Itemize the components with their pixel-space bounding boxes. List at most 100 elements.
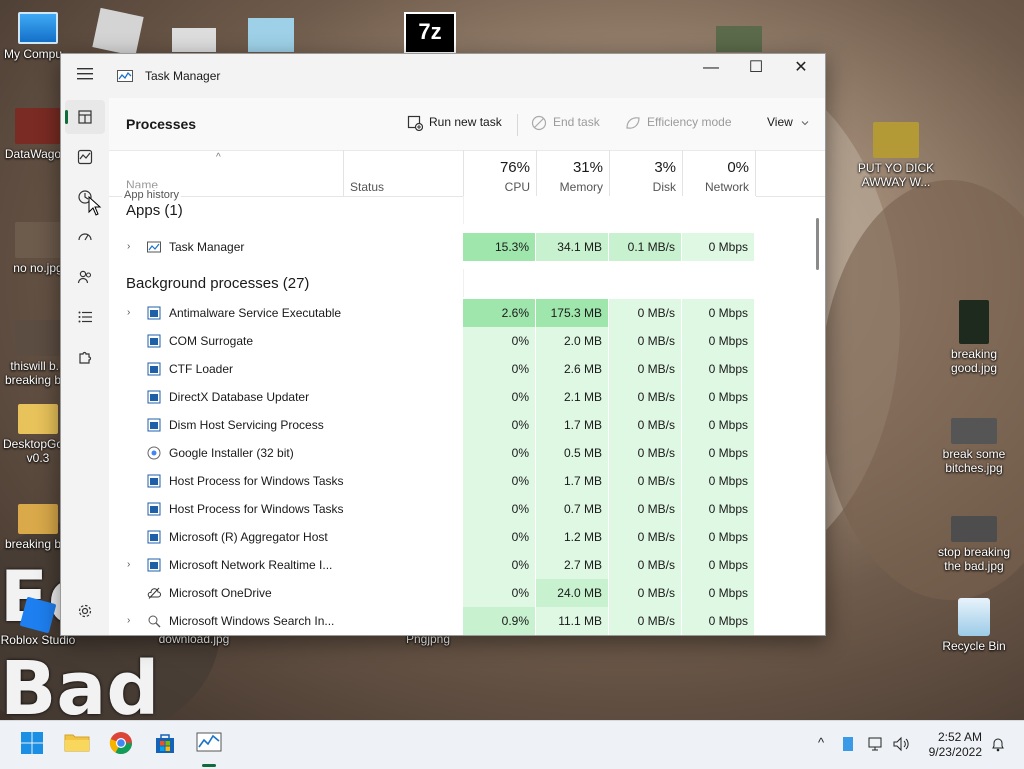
nav-startup-apps[interactable]	[65, 220, 105, 254]
minimize-button[interactable]: —	[688, 54, 734, 84]
nav-users[interactable]	[65, 260, 105, 294]
process-row[interactable]: › Task Manager 15.3% 34.1 MB 0.1 MB/s 0 …	[109, 233, 825, 261]
desktop-icon-put-yo[interactable]: PUT YO DICK AWWAY W...	[854, 122, 938, 189]
app-history-tooltip: App history	[122, 188, 182, 202]
column-header-disk[interactable]: 3% Disk	[609, 150, 682, 196]
maximize-button[interactable]: ☐	[733, 54, 779, 84]
column-header-cpu[interactable]: 76% CPU	[463, 150, 536, 196]
monitor-icon	[18, 12, 58, 44]
process-name: Microsoft Network Realtime I...	[169, 558, 333, 572]
notification-bell-icon[interactable]	[990, 736, 1006, 755]
cpu-cell: 0%	[463, 439, 535, 467]
process-name: Microsoft OneDrive	[169, 586, 272, 600]
disk-cell: 0 MB/s	[609, 383, 681, 411]
window-title: Task Manager	[145, 69, 221, 83]
process-name: Host Process for Windows Tasks	[169, 474, 344, 488]
disk-cell: 0 MB/s	[609, 551, 681, 579]
desktop-icon-breaking-good[interactable]: breaking good.jpg	[934, 300, 1014, 375]
vertical-scrollbar[interactable]	[816, 218, 819, 270]
network-cell: 0 Mbps	[682, 495, 754, 523]
network-cell: 0 Mbps	[682, 439, 754, 467]
title-bar[interactable]: Task Manager — ☐ ✕	[61, 54, 825, 98]
network-cell: 0 Mbps	[682, 607, 754, 635]
cloud-icon	[147, 587, 161, 599]
process-name: Antimalware Service Executable	[169, 306, 342, 320]
process-row[interactable]: CTF Loader 0% 2.6 MB 0 MB/s 0 Mbps	[109, 355, 825, 383]
tray-app-icon[interactable]	[843, 737, 853, 751]
nav-performance[interactable]	[65, 140, 105, 174]
network-icon[interactable]	[868, 736, 886, 755]
close-button[interactable]: ✕	[778, 54, 824, 84]
taskbar-clock[interactable]: 2:52 AM 9/23/2022	[922, 730, 982, 760]
roblox-icon[interactable]	[92, 7, 144, 57]
group-header-apps[interactable]: Apps (1)	[109, 196, 825, 224]
process-row[interactable]: DirectX Database Updater 0% 2.1 MB 0 MB/…	[109, 383, 825, 411]
desktop-icon-break-some[interactable]: break some bitches.jpg	[934, 418, 1014, 475]
window-app-icon	[147, 418, 161, 432]
hamburger-menu-icon[interactable]	[77, 66, 95, 84]
cpu-cell: 0%	[463, 495, 535, 523]
tray-overflow-chevron[interactable]: ^	[818, 735, 824, 750]
column-header-memory[interactable]: 31% Memory	[536, 150, 609, 196]
efficiency-mode-button[interactable]: Efficiency mode	[625, 115, 732, 131]
task-manager-icon	[196, 732, 222, 752]
image-file-icon[interactable]	[172, 28, 216, 52]
folder-icon	[64, 734, 90, 752]
process-row[interactable]: Microsoft (R) Aggregator Host 0% 1.2 MB …	[109, 523, 825, 551]
network-cell: 0 Mbps	[682, 233, 754, 261]
group-header-background[interactable]: Background processes (27)	[109, 269, 825, 297]
process-name: CTF Loader	[169, 362, 234, 376]
start-button[interactable]	[18, 731, 46, 759]
window-app-icon	[147, 530, 161, 544]
column-header-status[interactable]: Status	[343, 150, 463, 196]
nav-services[interactable]	[65, 340, 105, 374]
view-menu-button[interactable]: View	[767, 115, 810, 129]
group-header-cells	[463, 196, 756, 224]
nav-details[interactable]	[65, 300, 105, 334]
process-row[interactable]: Host Process for Windows Tasks 0% 1.7 MB…	[109, 467, 825, 495]
process-name: Microsoft Windows Search In...	[169, 614, 335, 628]
sort-indicator-icon[interactable]: ^	[216, 152, 221, 163]
taskbar-chrome[interactable]	[107, 731, 135, 759]
desktop-icon-recycle-bin[interactable]: Recycle Bin	[934, 598, 1014, 653]
image-file-icon[interactable]	[248, 18, 294, 52]
chevron-right-icon[interactable]: ›	[127, 307, 130, 318]
volume-icon[interactable]	[892, 736, 910, 755]
process-row[interactable]: › Antimalware Service Executable 2.6% 17…	[109, 299, 825, 327]
process-row[interactable]: Host Process for Windows Tasks 0% 0.7 MB…	[109, 495, 825, 523]
process-name: Google Installer (32 bit)	[169, 446, 294, 460]
store-icon	[156, 734, 174, 753]
process-list: Apps (1) › Task Manager 15.3% 34.1 MB 0.…	[109, 196, 825, 635]
chevron-down-icon	[801, 120, 809, 126]
chevron-right-icon[interactable]: ›	[127, 615, 130, 626]
chevron-right-icon[interactable]: ›	[127, 241, 130, 252]
cpu-cell: 0%	[463, 411, 535, 439]
end-task-button[interactable]: End task	[531, 115, 600, 131]
run-new-task-button[interactable]: Run new task	[407, 115, 502, 132]
mouse-cursor-icon	[88, 196, 102, 216]
process-row[interactable]: Google Installer (32 bit) 0% 0.5 MB 0 MB…	[109, 439, 825, 467]
chevron-right-icon[interactable]: ›	[127, 559, 130, 570]
nav-processes[interactable]	[65, 100, 105, 134]
navigation-sidebar	[61, 98, 109, 635]
taskbar-task-manager[interactable]	[195, 731, 223, 767]
taskbar-microsoft-store[interactable]	[151, 731, 179, 759]
process-row[interactable]: Dism Host Servicing Process 0% 1.7 MB 0 …	[109, 411, 825, 439]
column-header-network[interactable]: 0% Network	[682, 150, 756, 196]
window-app-icon	[147, 362, 161, 376]
nav-settings[interactable]	[65, 594, 105, 628]
image-file-icon[interactable]	[716, 26, 762, 52]
process-row[interactable]: › Microsoft Windows Search In... 0.9% 11…	[109, 607, 825, 635]
process-row[interactable]: COM Surrogate 0% 2.0 MB 0 MB/s 0 Mbps	[109, 327, 825, 355]
taskbar-file-explorer[interactable]	[63, 731, 91, 759]
network-cell: 0 Mbps	[682, 299, 754, 327]
seven-zip-icon[interactable]: 7z	[404, 12, 456, 54]
memory-cell: 1.2 MB	[536, 523, 608, 551]
disk-cell: 0 MB/s	[609, 355, 681, 383]
desktop-icon-stop-breaking[interactable]: stop breaking the bad.jpg	[934, 516, 1014, 573]
memory-cell: 2.1 MB	[536, 383, 608, 411]
image-file-icon	[15, 222, 61, 258]
process-row[interactable]: › Microsoft Network Realtime I... 0% 2.7…	[109, 551, 825, 579]
leaf-icon	[626, 117, 640, 129]
process-row[interactable]: Microsoft OneDrive 0% 24.0 MB 0 MB/s 0 M…	[109, 579, 825, 607]
